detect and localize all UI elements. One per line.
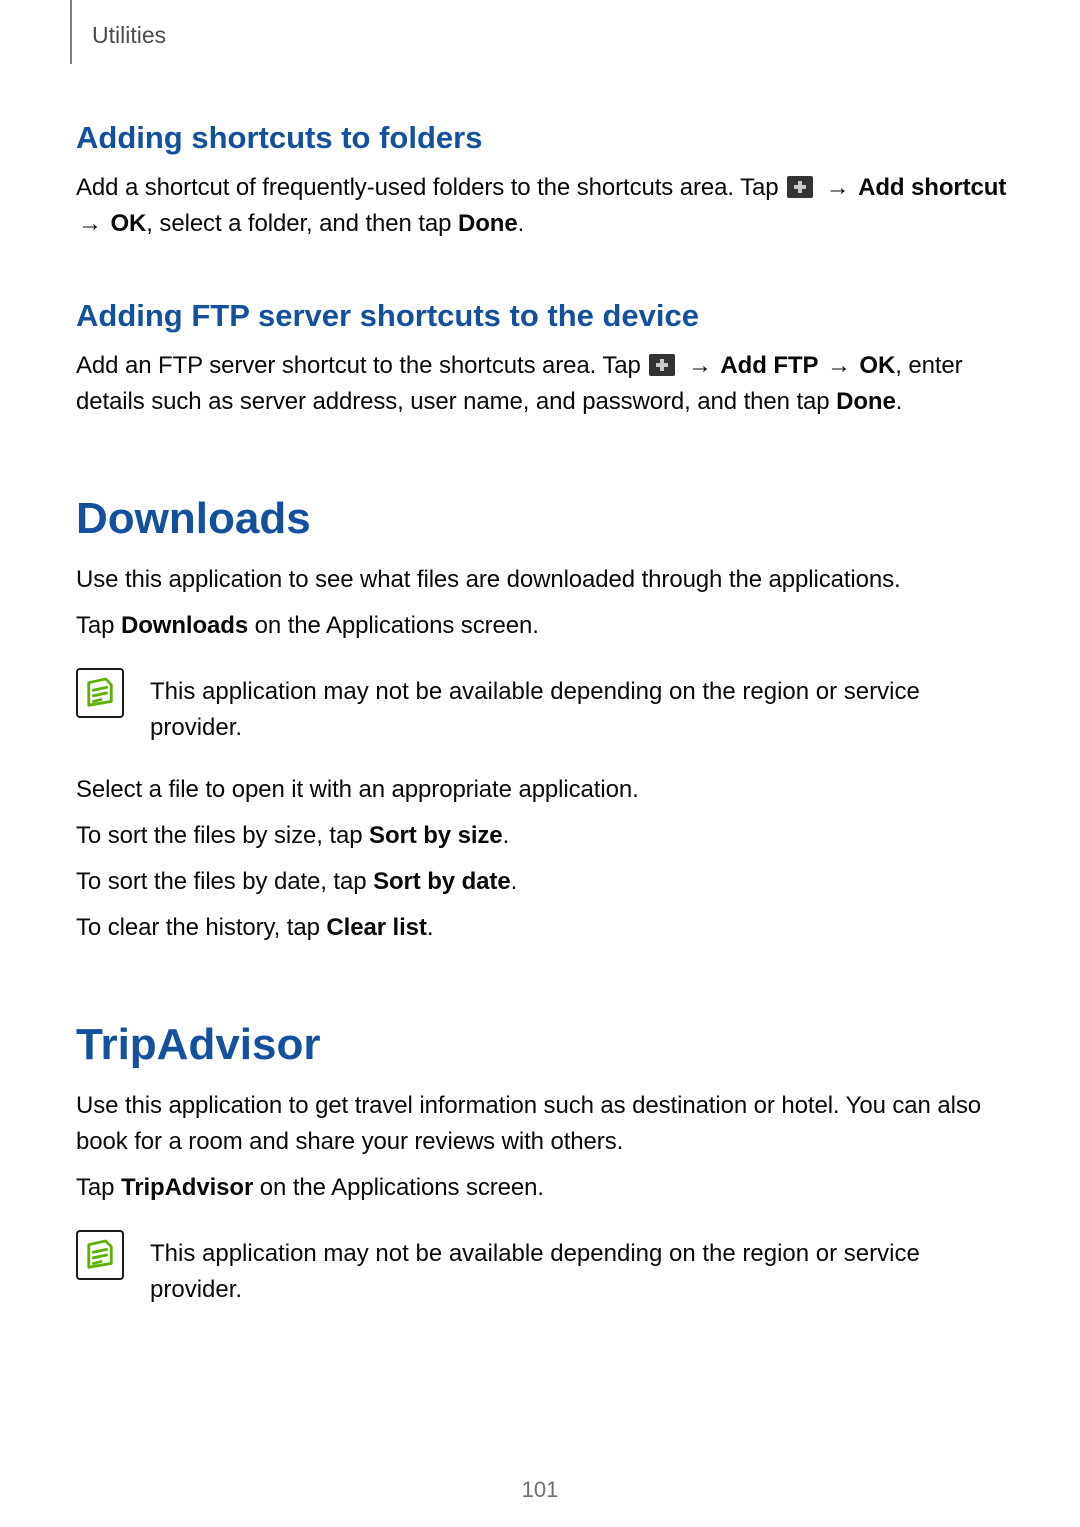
- label-add-shortcut: Add shortcut: [858, 174, 1006, 201]
- label-done: Done: [458, 210, 518, 237]
- label-done: Done: [836, 388, 896, 415]
- label-ok: OK: [859, 352, 895, 379]
- manual-page: Utilities Adding shortcuts to folders Ad…: [0, 0, 1080, 1527]
- paragraph-sort-date: To sort the files by date, tap Sort by d…: [76, 864, 1010, 900]
- heading-adding-shortcuts-to-folders: Adding shortcuts to folders: [76, 120, 1010, 156]
- add-icon: [649, 354, 675, 376]
- section-breadcrumb: Utilities: [92, 22, 166, 49]
- paragraph-select-file: Select a file to open it with an appropr…: [76, 772, 1010, 808]
- text: .: [518, 210, 525, 237]
- text: Tap: [76, 1174, 121, 1201]
- header-divider: [70, 0, 72, 64]
- note-block: This application may not be available de…: [76, 1228, 1010, 1308]
- text: .: [503, 822, 510, 849]
- add-icon: [787, 176, 813, 198]
- heading-downloads: Downloads: [76, 494, 1010, 544]
- paragraph-downloads-desc: Use this application to see what files a…: [76, 562, 1010, 598]
- note-icon: [76, 1230, 124, 1280]
- paragraph-clear-list: To clear the history, tap Clear list.: [76, 910, 1010, 946]
- text: Tap: [76, 612, 121, 639]
- label-tripadvisor: TripAdvisor: [121, 1174, 253, 1201]
- heading-tripadvisor: TripAdvisor: [76, 1020, 1010, 1070]
- label-clear-list: Clear list: [326, 914, 426, 941]
- note-block: This application may not be available de…: [76, 666, 1010, 746]
- text: .: [427, 914, 434, 941]
- note-text: This application may not be available de…: [150, 1228, 1010, 1308]
- label-add-ftp: Add FTP: [720, 352, 818, 379]
- heading-adding-ftp-shortcuts: Adding FTP server shortcuts to the devic…: [76, 298, 1010, 334]
- label-sort-by-size: Sort by size: [369, 822, 503, 849]
- text: , select a folder, and then tap: [146, 210, 458, 237]
- text: To sort the files by date, tap: [76, 868, 373, 895]
- text: To sort the files by size, tap: [76, 822, 369, 849]
- text: Add a shortcut of frequently-used folder…: [76, 174, 785, 201]
- text: on the Applications screen.: [248, 612, 539, 639]
- page-header: Utilities: [70, 18, 1010, 64]
- paragraph-tripadvisor-desc: Use this application to get travel infor…: [76, 1088, 1010, 1160]
- text: Add an FTP server shortcut to the shortc…: [76, 352, 647, 379]
- text: on the Applications screen.: [253, 1174, 544, 1201]
- arrow-icon: →: [686, 348, 714, 384]
- arrow-icon: →: [824, 170, 852, 206]
- label-sort-by-date: Sort by date: [373, 868, 511, 895]
- paragraph-sort-size: To sort the files by size, tap Sort by s…: [76, 818, 1010, 854]
- arrow-icon: →: [76, 206, 104, 242]
- paragraph-ftp-shortcuts: Add an FTP server shortcut to the shortc…: [76, 348, 1010, 420]
- paragraph-shortcuts-folders: Add a shortcut of frequently-used folder…: [76, 170, 1010, 242]
- page-content: Adding shortcuts to folders Add a shortc…: [70, 120, 1010, 1308]
- page-number: 101: [0, 1477, 1080, 1503]
- arrow-icon: →: [825, 348, 853, 384]
- text: To clear the history, tap: [76, 914, 326, 941]
- label-ok: OK: [110, 210, 146, 237]
- note-icon: [76, 668, 124, 718]
- paragraph-downloads-tap: Tap Downloads on the Applications screen…: [76, 608, 1010, 644]
- note-text: This application may not be available de…: [150, 666, 1010, 746]
- label-downloads: Downloads: [121, 612, 248, 639]
- paragraph-tripadvisor-tap: Tap TripAdvisor on the Applications scre…: [76, 1170, 1010, 1206]
- text: .: [896, 388, 903, 415]
- text: .: [511, 868, 518, 895]
